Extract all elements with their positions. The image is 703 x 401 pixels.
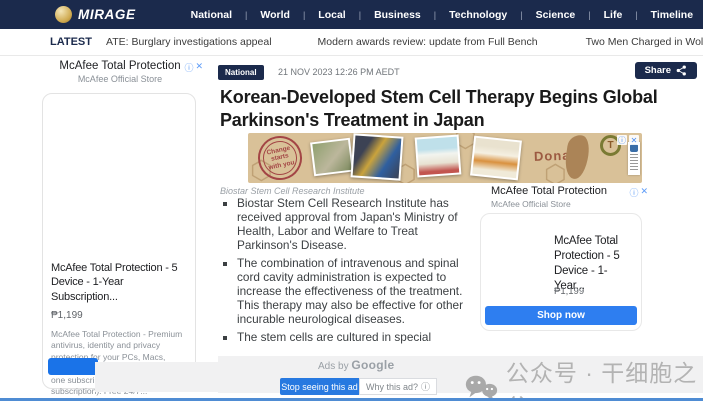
article-body: Biostar Stem Cell Research Institute has… <box>222 196 476 348</box>
bird-icon <box>630 144 638 152</box>
left-sidebar-ad: McAfee Total Protection McAfee Official … <box>35 60 205 84</box>
nav-item-timeline[interactable]: Timeline <box>638 9 703 21</box>
banner-display-ad[interactable]: ⬡ ⬡ ⬡ ⬡ Change starts with you Donate T … <box>248 133 642 183</box>
ad-product-title[interactable]: McAfee Total Protection - 5 Device - 1-Y… <box>554 234 638 294</box>
why-this-ad-button[interactable]: Why this ad? ⓘ <box>359 378 437 395</box>
ad-product-card: McAfee Total Protection - 5 Device - 1-Y… <box>42 93 196 389</box>
ad-product-title[interactable]: McAfee Total Protection - 5 Device - 1-Y… <box>51 261 187 304</box>
ad-photo-building <box>415 135 462 178</box>
nav-item-technology[interactable]: Technology <box>436 9 520 21</box>
ad-subtitle: McAfee Official Store <box>35 74 205 84</box>
inline-right-ad: McAfee Total Protection McAfee Official … <box>478 185 650 209</box>
why-this-ad-label: Why this ad? <box>366 382 418 392</box>
share-button[interactable]: Share <box>635 62 697 79</box>
top-navigation-bar: MIRAGE National | World | Local | Busine… <box>0 0 703 29</box>
madagascar-map-shape <box>563 134 591 181</box>
ad-product-card: McAfee Total Protection - 5 Device - 1-Y… <box>480 213 642 331</box>
category-badge[interactable]: National <box>218 65 264 80</box>
ad-subtitle: McAfee Official Store <box>491 199 650 209</box>
ticker-headline[interactable]: Two Men Charged in Wollongong Cocaine Su… <box>586 36 703 48</box>
nav-item-local[interactable]: Local <box>305 9 358 21</box>
google-logo-text: Google <box>351 358 394 372</box>
ad-close-icon[interactable]: ✕ <box>629 135 639 145</box>
ad-controls: ⓘ ✕ <box>184 61 203 74</box>
nav-item-business[interactable]: Business <box>361 9 434 21</box>
watermark-text: 公众号 · 干细胞之父 <box>506 354 703 401</box>
main-nav: National | World | Local | Business | Te… <box>178 9 703 21</box>
latest-news-ticker: LATEST ATE: Burglary investigations appe… <box>0 29 703 56</box>
article-date: 21 NOV 2023 12:26 PM AEDT <box>278 67 400 77</box>
article-bullet: The stem cells are cultured in special <box>237 330 476 344</box>
article-meta-row: National 21 NOV 2023 12:26 PM AEDT Share <box>218 62 703 78</box>
wechat-watermark: 公众号 · 干细胞之父 <box>464 354 703 401</box>
ad-product-price: ₱1,199 <box>554 286 584 297</box>
ad-photo-children <box>351 133 404 180</box>
ad-footer-strip <box>95 362 218 392</box>
nav-item-life[interactable]: Life <box>591 9 636 21</box>
label-fine-print <box>630 154 638 170</box>
ad-controls: ⓘ ✕ <box>629 186 648 199</box>
browser-page: MIRAGE National | World | Local | Busine… <box>0 0 703 401</box>
latest-label: LATEST <box>50 36 92 48</box>
ad-photo-landscape <box>310 138 354 177</box>
ticker-headline[interactable]: Modern awards review: update from Full B… <box>318 36 538 48</box>
ad-info-icon[interactable]: ⓘ <box>184 61 193 74</box>
site-logo[interactable]: MIRAGE <box>55 6 136 23</box>
share-icon <box>676 65 687 76</box>
logo-globe-icon <box>55 6 72 23</box>
ticker-headline[interactable]: ATE: Burglary investigations appeal <box>106 36 272 48</box>
ad-title[interactable]: McAfee Total Protection <box>491 185 650 197</box>
ad-info-icon[interactable]: ⓘ <box>617 135 627 145</box>
nav-item-world[interactable]: World <box>247 9 303 21</box>
info-icon: ⓘ <box>421 380 430 393</box>
ad-close-icon[interactable]: ✕ <box>195 61 203 74</box>
article-bullet: The combination of intravenous and spina… <box>237 256 476 326</box>
ad-title[interactable]: McAfee Total Protection <box>35 60 205 72</box>
article-bullet: Biostar Stem Cell Research Institute has… <box>237 196 476 252</box>
ad-close-icon[interactable]: ✕ <box>640 186 648 199</box>
ad-cta-button[interactable] <box>48 358 98 375</box>
nav-item-science[interactable]: Science <box>523 9 589 21</box>
ads-by-text: Ads by <box>318 361 351 372</box>
article-headline: Korean-Developed Stem Cell Therapy Begin… <box>220 86 678 133</box>
banner-ad-controls: ⓘ ✕ <box>617 135 639 145</box>
site-name: MIRAGE <box>78 7 136 22</box>
share-label: Share <box>645 65 671 76</box>
ad-side-label <box>628 142 640 175</box>
wechat-icon <box>464 373 498 401</box>
ad-product-price: ₱1,199 <box>51 310 187 321</box>
stop-seeing-ad-button[interactable]: Stop seeing this ad <box>280 378 359 395</box>
hexagon-pattern: ⬡ <box>544 161 567 183</box>
image-caption: Biostar Stem Cell Research Institute <box>220 186 365 196</box>
shop-now-button[interactable]: Shop now <box>485 306 637 325</box>
ads-by-google-label: Ads by Google <box>318 358 395 372</box>
ad-photo-people <box>470 136 522 181</box>
stamp-text: Change starts with you <box>262 144 298 173</box>
article-main: National 21 NOV 2023 12:26 PM AEDT Share… <box>218 60 703 360</box>
nav-item-national[interactable]: National <box>178 9 245 21</box>
ad-info-icon[interactable]: ⓘ <box>629 186 638 199</box>
